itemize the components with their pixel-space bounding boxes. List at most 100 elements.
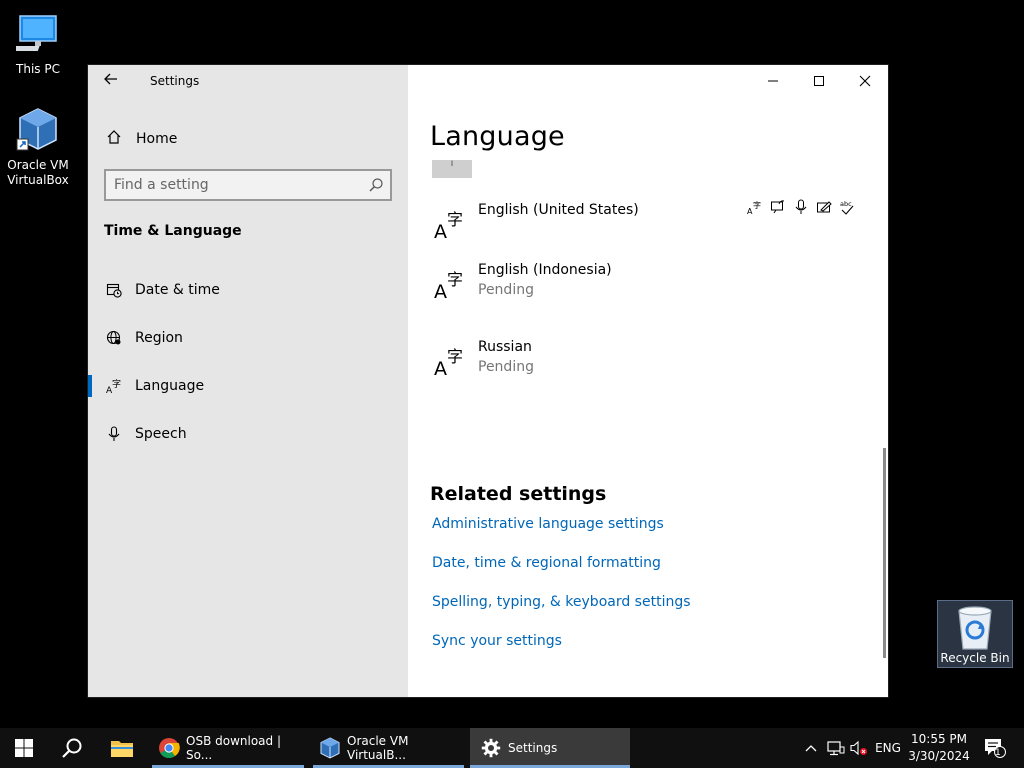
svg-text:字: 字 — [753, 200, 761, 210]
volume-tray-button[interactable] — [849, 728, 869, 768]
globe-icon — [104, 330, 124, 346]
search-input[interactable] — [114, 176, 362, 194]
home-label: Home — [136, 131, 178, 147]
virtualbox-label: Oracle VM VirtualBox — [7, 158, 69, 187]
clock-date: 3/30/2024 — [908, 749, 970, 763]
title-bar[interactable]: Settings — [88, 65, 408, 97]
taskbar-search-icon — [62, 738, 82, 758]
svg-text:字: 字 — [447, 210, 463, 229]
taskbar-app-virtualbox[interactable]: Oracle VM VirtualB... — [313, 728, 464, 768]
clock[interactable]: 10:55 PM 3/30/2024 — [906, 731, 972, 765]
maximize-icon — [814, 76, 824, 86]
input-language-indicator[interactable]: ENG — [872, 728, 904, 768]
close-icon — [859, 75, 871, 87]
nav-item-label: Date & time — [135, 282, 220, 298]
virtualbox-icon — [319, 737, 341, 759]
search-box[interactable] — [104, 169, 392, 201]
page-title: Language — [430, 121, 565, 152]
regional-formatting-link[interactable]: Date, time & regional formatting — [432, 555, 661, 571]
language-name: Russian — [478, 339, 532, 355]
settings-nav-pane: Settings Home Time & Language Date & — [88, 65, 408, 697]
related-settings-heading: Related settings — [430, 483, 607, 505]
taskbar-app-settings[interactable]: Settings — [470, 728, 630, 768]
calendar-clock-icon — [104, 282, 124, 298]
microphone-icon — [104, 426, 124, 442]
language-status: Pending — [478, 359, 534, 375]
file-explorer-button[interactable] — [98, 728, 146, 768]
nav-item-speech[interactable]: Speech — [88, 414, 408, 454]
language-item-russian[interactable]: A字 Russian Pending — [434, 339, 874, 387]
recycle-bin-desktop-icon[interactable]: Recycle Bin — [937, 600, 1013, 668]
language-icon: A字 — [434, 208, 470, 243]
settings-content-pane: Language ı A字 English (United States) A字 — [408, 65, 888, 697]
search-icon[interactable] — [368, 177, 384, 193]
back-arrow-icon[interactable] — [100, 71, 122, 93]
recycle-bin-label: Recycle Bin — [940, 651, 1010, 665]
nav-item-label: Language — [135, 378, 205, 394]
nav-item-label: Speech — [135, 426, 187, 442]
home-nav-item[interactable]: Home — [104, 127, 177, 151]
volume-muted-icon — [850, 740, 867, 756]
svg-text:字: 字 — [447, 347, 463, 366]
settings-window: Settings Home Time & Language Date & — [88, 65, 888, 697]
spellcheck-feature-icon: abc — [838, 199, 855, 215]
voice-feature-icon — [792, 199, 809, 215]
minimize-button[interactable] — [750, 65, 796, 97]
spelling-typing-keyboard-link[interactable]: Spelling, typing, & keyboard settings — [432, 594, 691, 610]
partial-control[interactable]: ı — [432, 159, 472, 178]
start-button[interactable] — [0, 728, 48, 768]
chevron-up-icon — [805, 745, 817, 752]
taskbar-app-label: Oracle VM VirtualB... — [347, 734, 409, 762]
search-button[interactable] — [48, 728, 96, 768]
this-pc-label: This PC — [16, 62, 60, 76]
minimize-icon — [768, 80, 778, 82]
recycle-bin-icon — [953, 603, 997, 651]
action-center-button[interactable]: 1 — [980, 728, 1010, 768]
nav-item-label: Region — [135, 330, 183, 346]
home-icon — [104, 129, 124, 149]
language-item-english-indonesia[interactable]: A字 English (Indonesia) Pending — [434, 262, 874, 310]
taskbar-app-label: Settings — [508, 741, 558, 755]
maximize-button[interactable] — [796, 65, 842, 97]
nav-item-language[interactable]: A字 Language — [88, 366, 408, 406]
network-tray-button[interactable] — [826, 728, 846, 768]
folder-icon — [111, 741, 133, 757]
desktop: This PC Oracle VM VirtualBox Recycle Bin — [0, 0, 1024, 728]
taskbar: OSB download | So... Oracle VM VirtualB.… — [0, 728, 1024, 768]
handwriting-feature-icon — [815, 199, 832, 215]
monitor-icon — [14, 10, 62, 58]
taskbar-app-label: OSB download | So... — [186, 734, 281, 762]
taskbar-app-chrome[interactable]: OSB download | So... — [152, 728, 304, 768]
nav-item-region[interactable]: Region — [88, 318, 408, 358]
this-pc-desktop-icon[interactable]: This PC — [0, 10, 76, 77]
language-name: English (Indonesia) — [478, 262, 612, 278]
section-heading: Time & Language — [104, 223, 242, 239]
svg-text:A: A — [434, 358, 447, 377]
language-features: A字 abc — [746, 199, 855, 215]
svg-text:字: 字 — [112, 378, 121, 390]
chrome-icon — [158, 737, 180, 759]
show-hidden-icons-button[interactable] — [802, 728, 820, 768]
language-status: Pending — [478, 282, 534, 298]
nav-item-date-time[interactable]: Date & time — [88, 270, 408, 310]
language-icon: A字 — [434, 268, 470, 303]
notification-count: 1 — [995, 748, 1001, 758]
language-icon: A字 — [434, 345, 470, 380]
app-title: Settings — [150, 74, 200, 88]
language-icon: A字 — [104, 378, 124, 394]
virtualbox-desktop-icon[interactable]: Oracle VM VirtualBox — [0, 106, 76, 188]
svg-text:A: A — [434, 281, 447, 300]
language-name: English (United States) — [478, 202, 639, 218]
svg-text:abc: abc — [840, 200, 852, 208]
network-icon — [827, 741, 845, 756]
windows-logo-icon — [15, 739, 33, 757]
sync-settings-link[interactable]: Sync your settings — [432, 633, 562, 649]
clock-time: 10:55 PM — [911, 732, 967, 746]
virtualbox-cube-icon — [14, 106, 62, 154]
content-scrollbar[interactable] — [883, 448, 886, 658]
display-language-feature-icon: A字 — [746, 199, 763, 215]
admin-language-settings-link[interactable]: Administrative language settings — [432, 516, 664, 532]
svg-text:字: 字 — [447, 270, 463, 289]
svg-text:A: A — [434, 221, 447, 240]
close-button[interactable] — [842, 65, 888, 97]
